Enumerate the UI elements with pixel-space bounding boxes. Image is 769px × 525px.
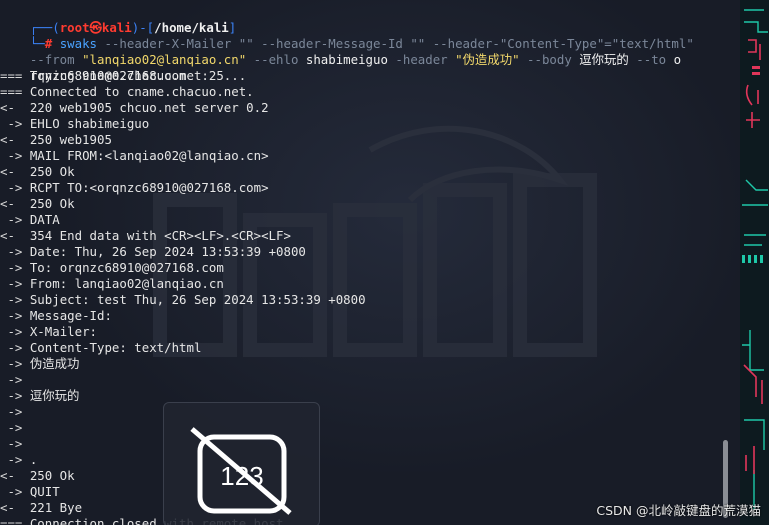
output-line-prefix: -> xyxy=(0,276,23,291)
output-line-text: EHLO shabimeiguo xyxy=(22,116,150,131)
command-header-flag: -header xyxy=(387,52,456,67)
command-ehlo-flag: --ehlo xyxy=(246,52,306,67)
output-line: -> X-Mailer: xyxy=(0,324,97,340)
output-line: -> RCPT TO:<orqnzc68910@027168.com> xyxy=(0,180,269,196)
output-line: -> EHLO shabimeiguo xyxy=(0,116,149,132)
output-line-prefix: -> xyxy=(0,340,23,355)
output-line-text: Connected to cname.chacuo.net. xyxy=(22,84,254,99)
command-line-2: --from "lanqiao02@lanqiao.cn" --ehlo sha… xyxy=(0,36,681,67)
output-line: <- 250 Ok xyxy=(0,196,75,212)
output-line: -> 伪造成功 xyxy=(0,356,79,372)
no-image-icon: 123 xyxy=(190,427,292,515)
output-line-prefix: -> xyxy=(0,436,23,451)
output-line: -> Content-Type: text/html xyxy=(0,340,201,356)
output-line: -> xyxy=(0,420,22,436)
output-line-prefix: -> xyxy=(0,212,23,227)
output-line-prefix: <- xyxy=(0,164,15,179)
output-line: <- 250 Ok xyxy=(0,164,75,180)
output-line: === Connected to cname.chacuo.net. xyxy=(0,84,254,100)
prompt-line: ┌──(root㉿kali)-[/home/kali] xyxy=(0,4,236,35)
output-line: -> To: orqnzc68910@027168.com xyxy=(0,260,224,276)
output-line-prefix: -> xyxy=(0,292,23,307)
output-line-text: 250 web1905 xyxy=(14,132,112,147)
command-ehlo-value: shabimeiguo xyxy=(305,52,388,67)
output-line-text: Subject: test Thu, 26 Sep 2024 13:53:39 … xyxy=(22,292,366,307)
command-header-value: "伪造成功" xyxy=(455,52,520,67)
output-line-prefix: -> xyxy=(0,148,23,163)
output-line-text: 221 Bye xyxy=(14,500,83,515)
wallpaper-circuit-pattern xyxy=(742,9,768,510)
output-line-text: X-Mailer: xyxy=(22,324,97,339)
output-line-text: From: lanqiao02@lanqiao.cn xyxy=(22,276,224,291)
output-line-text: 250 Ok xyxy=(14,196,75,211)
output-line-prefix: === xyxy=(0,516,23,525)
output-line-text: Date: Thu, 26 Sep 2024 13:53:39 +0800 xyxy=(22,244,306,259)
output-line-prefix: <- xyxy=(0,132,15,147)
output-line: -> DATA xyxy=(0,212,60,228)
output-line: <- 250 web1905 xyxy=(0,132,112,148)
output-line-prefix: -> xyxy=(0,388,23,403)
output-line-prefix: -> xyxy=(0,452,23,467)
csdn-credit: CSDN @北岭敲键盘的荒漠猫 xyxy=(596,503,761,518)
output-line: <- 221 Bye xyxy=(0,500,82,516)
output-line-text: Trying cname.chacuo.net:25... xyxy=(22,68,247,83)
output-line-text: QUIT xyxy=(22,484,60,499)
output-line: <- 354 End data with <CR><LF>.<CR><LF> xyxy=(0,228,291,244)
output-line-prefix: -> xyxy=(0,260,23,275)
output-line-text: 逗你玩的 xyxy=(22,388,80,403)
output-line-prefix: <- xyxy=(0,468,15,483)
output-line: -> xyxy=(0,404,22,420)
output-line-text: To: orqnzc68910@027168.com xyxy=(22,260,224,275)
output-line-prefix: <- xyxy=(0,228,15,243)
output-line-prefix: === xyxy=(0,68,23,83)
command-body-value: 逗你玩的 xyxy=(579,52,629,67)
output-line-prefix: -> xyxy=(0,324,23,339)
image-placeholder-card[interactable]: 123 xyxy=(163,402,320,525)
output-line-prefix: === xyxy=(0,84,23,99)
output-line: -> MAIL FROM:<lanqiao02@lanqiao.cn> xyxy=(0,148,269,164)
command-to-value-start: o xyxy=(673,52,682,67)
output-line-text: . xyxy=(22,452,38,467)
output-line-prefix: <- xyxy=(0,100,15,115)
output-line-prefix: -> xyxy=(0,180,23,195)
output-line: <- 250 Ok xyxy=(0,468,75,484)
output-line-prefix: -> xyxy=(0,116,23,131)
output-line: -> xyxy=(0,372,22,388)
output-line-prefix: -> xyxy=(0,244,23,259)
output-line-text: DATA xyxy=(22,212,60,227)
terminal-window[interactable]: ┌──(root㉿kali)-[/home/kali] └─# swaks --… xyxy=(0,0,740,525)
output-line: -> Subject: test Thu, 26 Sep 2024 13:53:… xyxy=(0,292,366,308)
output-line: -> xyxy=(0,436,22,452)
command-to-flag: --to xyxy=(628,52,674,67)
command-line-3: rqnzc68910@027168.com xyxy=(0,52,187,83)
command-line-1: └─# swaks --header-X-Mailer "" --header-… xyxy=(0,20,694,51)
output-line-text: 250 Ok xyxy=(14,468,75,483)
output-line-text: Message-Id: xyxy=(22,308,112,323)
output-line-prefix: <- xyxy=(0,500,15,515)
output-line-text: 220 web1905 chcuo.net server 0.2 xyxy=(14,100,269,115)
output-line-text: 伪造成功 xyxy=(22,356,80,371)
output-line-text: Content-Type: text/html xyxy=(22,340,202,355)
output-line-text: 354 End data with <CR><LF>.<CR><LF> xyxy=(14,228,291,243)
output-line-prefix: -> xyxy=(0,356,23,371)
output-line: === Trying cname.chacuo.net:25... xyxy=(0,68,246,84)
output-line: -> Date: Thu, 26 Sep 2024 13:53:39 +0800 xyxy=(0,244,306,260)
output-line-prefix: -> xyxy=(0,404,23,419)
output-line-prefix: -> xyxy=(0,372,23,387)
desktop-wallpaper-strip xyxy=(740,0,769,525)
output-line: -> Message-Id: xyxy=(0,308,112,324)
output-line-prefix: -> xyxy=(0,484,23,499)
output-line-prefix: -> xyxy=(0,308,23,323)
output-line: -> 逗你玩的 xyxy=(0,388,79,404)
output-line: -> . xyxy=(0,452,37,468)
output-line: <- 220 web1905 chcuo.net server 0.2 xyxy=(0,100,269,116)
output-line: -> From: lanqiao02@lanqiao.cn xyxy=(0,276,224,292)
output-line-text: 250 Ok xyxy=(14,164,75,179)
output-line: -> QUIT xyxy=(0,484,60,500)
output-line-prefix: <- xyxy=(0,196,15,211)
command-body-flag: --body xyxy=(519,52,580,67)
output-line-prefix: -> xyxy=(0,420,23,435)
output-line-text: RCPT TO:<orqnzc68910@027168.com> xyxy=(22,180,269,195)
output-line-text: MAIL FROM:<lanqiao02@lanqiao.cn> xyxy=(22,148,269,163)
